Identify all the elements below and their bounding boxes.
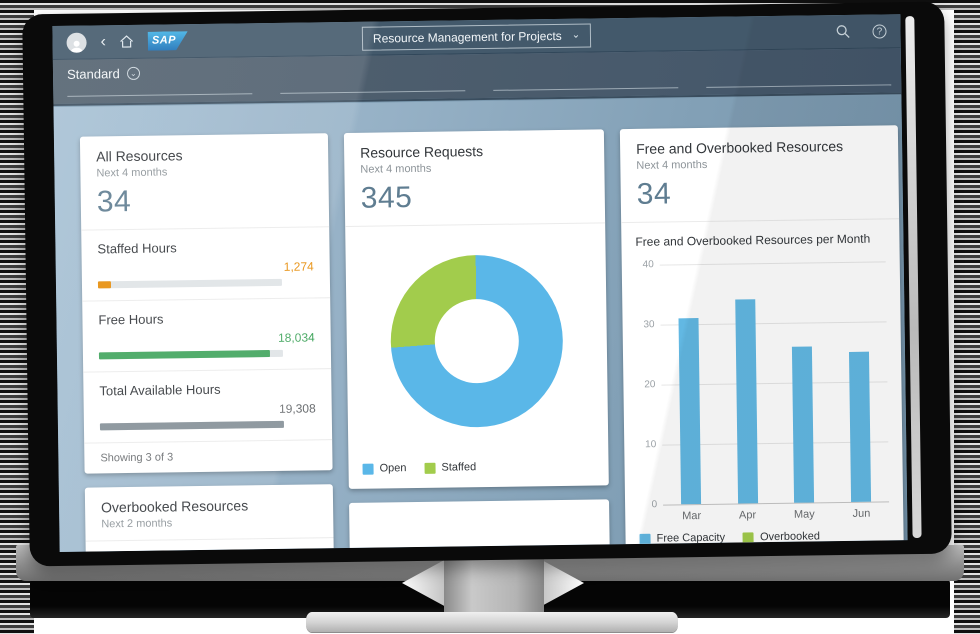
row-label: Total Available Hours xyxy=(99,382,220,399)
help-icon: ? xyxy=(872,24,886,38)
donut-legend: Open Staffed xyxy=(348,451,608,489)
kpi-value: 34 xyxy=(637,174,883,211)
app-title-select[interactable]: Resource Management for Projects ⌄ xyxy=(362,24,591,51)
card-subtitle: Next 2 months xyxy=(101,515,317,530)
kpi-value: 34 xyxy=(97,182,313,219)
x-axis-label: May xyxy=(794,508,815,520)
edge-artifact-right xyxy=(954,0,980,634)
sap-logo: SAP xyxy=(148,31,188,51)
row-value: 18,034 xyxy=(99,330,315,347)
row-value: 19,308 xyxy=(100,401,316,418)
filter-fields xyxy=(67,71,891,97)
chevron-down-circle-icon: ⌄ xyxy=(127,67,140,80)
help-button[interactable]: ? xyxy=(872,24,886,38)
filter-field-3[interactable] xyxy=(493,74,678,91)
card-overbooked-resources[interactable]: Overbooked Resources Next 2 months Name … xyxy=(85,484,336,552)
bar-chart-area: Free and Overbooked Resources per Month … xyxy=(621,218,903,525)
bar-plot: 403020100 xyxy=(660,261,889,504)
legend-item-open: Open xyxy=(362,462,406,475)
kpi-value: 345 xyxy=(361,179,589,216)
kpi-row-total-available-hours[interactable]: Total Available Hours 19,308 xyxy=(83,368,332,442)
y-axis-tick: 30 xyxy=(635,319,655,330)
variant-label: Standard xyxy=(67,66,120,82)
progress-track xyxy=(100,421,284,431)
card-subtitle: Next 4 months xyxy=(96,164,312,179)
legend-label: Overbooked xyxy=(760,530,820,543)
progress-track xyxy=(98,279,282,289)
app-title: Resource Management for Projects xyxy=(373,29,562,46)
search-icon xyxy=(835,24,850,39)
legend-item-free-capacity: Free Capacity xyxy=(639,532,725,545)
legend-swatch-free-capacity xyxy=(639,533,650,544)
card-title: Overbooked Resources xyxy=(101,496,317,515)
legend-label: Free Capacity xyxy=(656,532,725,545)
legend-item-overbooked: Overbooked xyxy=(743,530,820,543)
bezel-glare xyxy=(905,16,921,538)
filter-field-4[interactable] xyxy=(706,71,891,88)
kpi-row-staffed-hours[interactable]: Staffed Hours 1,274 xyxy=(81,226,330,300)
chevron-down-icon: ⌄ xyxy=(572,33,580,39)
x-axis-label: Apr xyxy=(739,509,756,521)
card-subtitle: Next 4 months xyxy=(360,161,588,176)
progress-fill xyxy=(100,421,284,431)
filter-field-1[interactable] xyxy=(67,80,252,97)
stand-base xyxy=(306,612,678,632)
filter-field-2[interactable] xyxy=(280,77,465,94)
card-title: Resource Requests xyxy=(360,142,588,161)
row-label: Staffed Hours xyxy=(97,240,176,256)
overview-content: All Resources Next 4 months 34 Staffed H… xyxy=(53,95,907,552)
row-value: 1,274 xyxy=(98,259,314,276)
progress-track xyxy=(99,350,283,360)
card-footer: Showing 3 of 3 xyxy=(84,439,332,473)
bar xyxy=(679,318,702,504)
y-axis-tick: 20 xyxy=(635,379,655,390)
donut-chart xyxy=(390,254,564,428)
card-subtitle: Next 4 months xyxy=(636,156,882,171)
home-button[interactable] xyxy=(120,35,134,48)
x-axis-label: Jun xyxy=(852,508,870,520)
card-partially-visible[interactable] xyxy=(349,499,610,552)
kpi-row-free-hours[interactable]: Free Hours 18,034 xyxy=(82,297,331,371)
legend-item-staffed: Staffed xyxy=(424,461,476,474)
legend-label: Open xyxy=(379,462,406,474)
card-resource-requests[interactable]: Resource Requests Next 4 months 345 O xyxy=(344,129,609,489)
y-axis-tick: 0 xyxy=(637,499,657,510)
legend-label: Staffed xyxy=(441,461,476,473)
bars xyxy=(660,261,889,504)
legend-swatch-open xyxy=(362,463,373,474)
card-all-resources[interactable]: All Resources Next 4 months 34 Staffed H… xyxy=(80,133,333,473)
search-button[interactable] xyxy=(835,24,850,39)
table-header-row: Name This Month Next Month xyxy=(86,537,335,552)
stand-neck xyxy=(444,552,544,616)
person-icon xyxy=(70,38,84,52)
variant-selector[interactable]: Standard ⌄ xyxy=(67,66,140,82)
legend-swatch-staffed xyxy=(424,462,435,473)
card-title: Free and Overbooked Resources xyxy=(636,137,882,156)
bar xyxy=(792,346,814,502)
scene: ‹ SAP Resource Management for Projects ⌄ xyxy=(0,0,980,634)
progress-fill xyxy=(98,281,111,288)
bar xyxy=(849,352,871,502)
legend-swatch-overbooked xyxy=(743,532,754,543)
shell-actions: ? xyxy=(835,23,886,39)
x-axis-label: Mar xyxy=(682,510,701,522)
card-free-and-overbooked[interactable]: Free and Overbooked Resources Next 4 mon… xyxy=(620,125,904,552)
bar-legend: Free Capacity Overbooked xyxy=(625,521,903,552)
row-label: Free Hours xyxy=(98,312,163,328)
card-title: All Resources xyxy=(96,145,312,164)
y-axis-tick: 10 xyxy=(636,439,656,450)
monitor-bezel: ‹ SAP Resource Management for Projects ⌄ xyxy=(22,2,952,567)
back-button[interactable]: ‹ xyxy=(100,34,106,50)
bar xyxy=(735,299,758,503)
screen: ‹ SAP Resource Management for Projects ⌄ xyxy=(52,14,907,552)
avatar[interactable] xyxy=(66,32,86,52)
donut-chart-area xyxy=(345,222,608,455)
home-icon xyxy=(120,35,134,48)
progress-fill xyxy=(99,350,270,359)
chart-title: Free and Overbooked Resources per Month xyxy=(635,231,885,248)
y-axis-tick: 40 xyxy=(634,259,654,270)
